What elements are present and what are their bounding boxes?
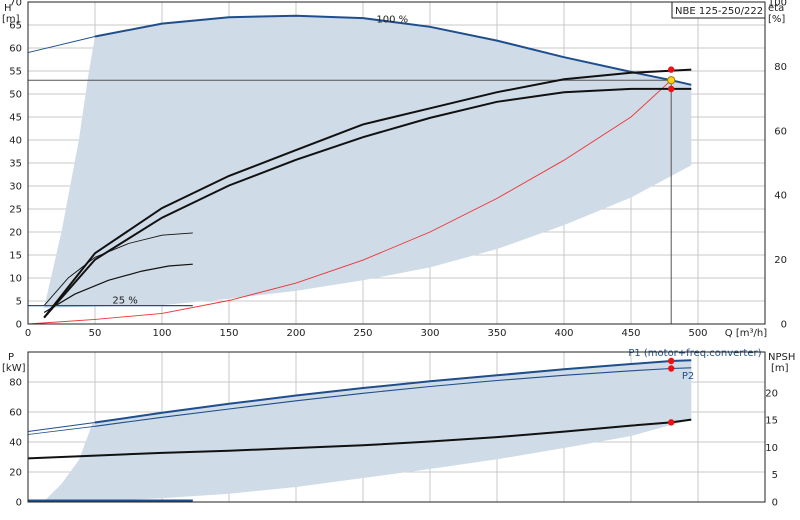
bot-y2tick-15: 15 [765, 416, 778, 427]
bot-ytick-80: 80 [9, 378, 22, 389]
label-100-percent: 100 % [376, 15, 408, 26]
top-ytick-25: 25 [9, 205, 22, 216]
bot-y2tick-5: 5 [772, 470, 778, 481]
top-y2tick-80: 80 [774, 62, 787, 73]
top-xtick-400: 400 [554, 328, 573, 339]
top-y2tick-20: 20 [774, 255, 787, 266]
top-y2label: eta [768, 3, 784, 14]
top-ytick-15: 15 [9, 251, 22, 262]
top-y2tick-40: 40 [774, 191, 787, 202]
bottom-ylabel: P [8, 352, 14, 363]
x-axis-label: Q [m³/h] [725, 328, 767, 339]
bot-envelope-dark [44, 360, 692, 502]
top-xtick-0: 0 [25, 328, 31, 339]
top-envelope-dark [44, 15, 692, 308]
bottom-ylabel-unit: [kW] [2, 363, 26, 374]
top-ytick-60: 60 [9, 44, 22, 55]
bot-ytick-0: 0 [16, 498, 22, 509]
top-ytick-5: 5 [16, 297, 22, 308]
top-xtick-200: 200 [286, 328, 305, 339]
eta-marker-2 [668, 85, 675, 93]
eta-marker-1 [668, 66, 675, 73]
head-curve-100-low [27, 36, 96, 54]
bot-y2tick-0: 0 [772, 498, 778, 509]
top-ytick-45: 45 [9, 113, 22, 124]
top-ytick-0: 0 [16, 320, 22, 331]
top-y2tick-0: 0 [781, 320, 787, 331]
top-xtick-250: 250 [353, 328, 372, 339]
top-xtick-450: 450 [621, 328, 640, 339]
top-xtick-150: 150 [219, 328, 238, 339]
top-ytick-30: 30 [9, 182, 22, 193]
top-ytick-35: 35 [9, 159, 22, 170]
duty-point-marker [667, 76, 676, 85]
bot-y2tick-20: 20 [765, 388, 778, 399]
bot-ytick-60: 60 [9, 408, 22, 419]
bot-ytick-40: 40 [9, 438, 22, 449]
series-label-p2: P2 [682, 371, 694, 382]
top-y2label-unit: [%] [768, 14, 785, 25]
label-25-percent: 25 % [112, 295, 137, 306]
top-ytick-55: 55 [9, 67, 22, 78]
bot-y2tick-10: 10 [765, 443, 778, 454]
pump-performance-chart: 100 %25 %0510152025303540455055606570020… [2, 0, 795, 509]
top-xtick-50: 50 [89, 328, 102, 339]
top-xtick-100: 100 [152, 328, 171, 339]
series-label-p1: P1 (motor+freq.converter) [628, 348, 761, 359]
top-ytick-40: 40 [9, 136, 22, 147]
bottom-y2label-unit: [m] [771, 363, 789, 374]
top-xtick-300: 300 [420, 328, 439, 339]
top-ylabel-unit: [m] [2, 14, 20, 25]
top-y2tick-60: 60 [774, 126, 787, 137]
top-ylabel: H [4, 3, 12, 14]
bottom-marker-1 [668, 357, 675, 365]
top-xtick-500: 500 [688, 328, 707, 339]
top-ytick-50: 50 [9, 90, 22, 101]
top-xtick-350: 350 [487, 328, 506, 339]
top-ytick-10: 10 [9, 274, 22, 285]
bot-ytick-20: 20 [9, 468, 22, 479]
bottom-y2label: NPSH [768, 352, 795, 363]
bottom-marker-2 [668, 365, 675, 372]
top-ytick-20: 20 [9, 228, 22, 239]
chart-title: NBE 125-250/222 [675, 6, 763, 17]
bottom-marker-3 [668, 419, 675, 426]
